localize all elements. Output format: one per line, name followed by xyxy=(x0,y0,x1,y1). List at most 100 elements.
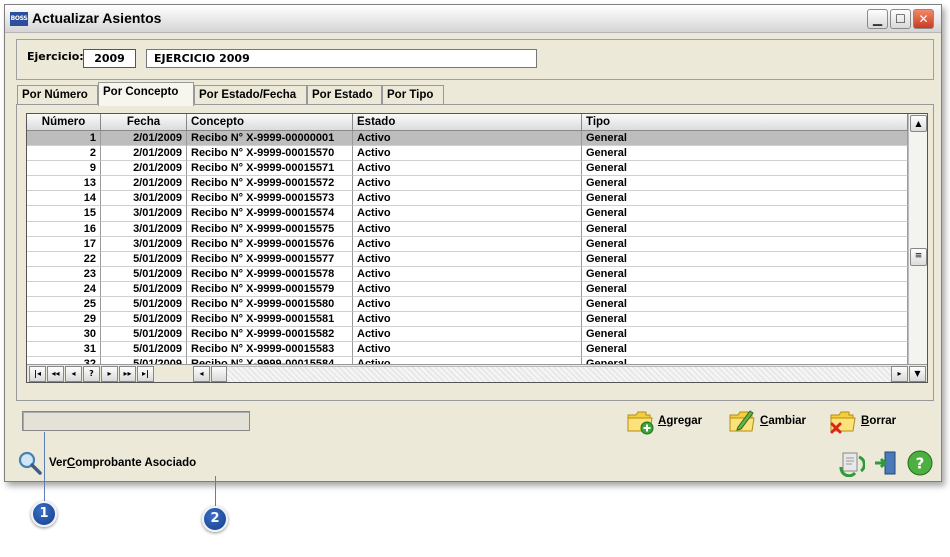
column-header-concepto[interactable]: Concepto xyxy=(187,114,353,131)
cell-numero: 1 xyxy=(27,131,101,147)
cell-tipo: General xyxy=(582,312,908,328)
table-row[interactable]: 23 5/01/2009 Recibo N° X-9999-00015578 Acti… xyxy=(27,266,908,282)
cell-concepto: Recibo N° X-9999-00015570 xyxy=(187,146,353,162)
nav-last-button[interactable]: ▸| xyxy=(137,366,154,382)
borrar-button[interactable]: Borrar xyxy=(829,407,896,435)
cell-tipo: General xyxy=(582,342,908,358)
table-row[interactable]: 29 5/01/2009 Recibo N° X-9999-00015581 Acti… xyxy=(27,312,908,328)
cell-concepto: Recibo N° X-9999-00000001 xyxy=(187,131,353,147)
table-row[interactable]: 13 2/01/2009 Recibo N° X-9999-00015572 Acti… xyxy=(27,176,908,192)
column-header-tipo[interactable]: Tipo xyxy=(582,114,908,131)
nav-search-button[interactable]: ? xyxy=(83,366,100,382)
cell-concepto: Recibo N° X-9999-00015583 xyxy=(187,342,353,358)
tab-por-estado-fecha[interactable]: Por Estado/Fecha xyxy=(194,85,307,105)
table-row[interactable]: 9 2/01/2009 Recibo N° X-9999-00015571 Activ… xyxy=(27,161,908,177)
agregar-accel: A xyxy=(658,415,667,427)
minimize-button[interactable]: ▁ xyxy=(867,9,888,29)
cell-fecha: 3/01/2009 xyxy=(101,191,187,207)
horizontal-scroll-thumb[interactable] xyxy=(211,366,227,382)
refresh-icon[interactable] xyxy=(837,449,865,477)
cell-numero: 13 xyxy=(27,176,101,192)
callout-line-2 xyxy=(215,476,216,508)
maximize-button[interactable]: ☐ xyxy=(890,9,911,29)
table-row[interactable]: 25 5/01/2009 Recibo N° X-9999-00015580 Acti… xyxy=(27,297,908,313)
cell-concepto: Recibo N° X-9999-00015575 xyxy=(187,221,353,237)
cell-concepto: Recibo N° X-9999-00015572 xyxy=(187,176,353,192)
cell-numero: 2 xyxy=(27,146,101,162)
scroll-up-button[interactable]: ▲ xyxy=(910,115,927,132)
cell-tipo: General xyxy=(582,161,908,177)
scroll-left-button[interactable]: ◂ xyxy=(193,366,210,382)
column-header-numero[interactable]: Número xyxy=(27,114,101,131)
cell-estado: Activo xyxy=(353,236,582,252)
close-button[interactable]: ✕ xyxy=(913,9,934,29)
scroll-thumb[interactable]: ≡ xyxy=(910,248,927,266)
column-header-fecha[interactable]: Fecha xyxy=(101,114,187,131)
cell-tipo: General xyxy=(582,191,908,207)
nav-prev-page-button[interactable]: ◂◂ xyxy=(47,366,64,382)
cell-concepto: Recibo N° X-9999-00015576 xyxy=(187,236,353,252)
cell-estado: Activo xyxy=(353,221,582,237)
table-row[interactable]: 16 3/01/2009 Recibo N° X-9999-00015575 Acti… xyxy=(27,221,908,237)
cell-estado: Activo xyxy=(353,206,582,222)
cell-fecha: 5/01/2009 xyxy=(101,266,187,282)
asientos-grid[interactable]: Número Fecha Concepto Estado Tipo 1 2/01/… xyxy=(26,113,928,383)
nav-first-button[interactable]: |◂ xyxy=(29,366,46,382)
table-row[interactable]: 31 5/01/2009 Recibo N° X-9999-00015583 Acti… xyxy=(27,342,908,358)
borrar-label: orrar xyxy=(869,415,897,427)
cambiar-label: ambiar xyxy=(768,415,807,427)
ver-comprobante-accel: C xyxy=(66,457,76,469)
cell-tipo: General xyxy=(582,131,908,147)
exit-icon[interactable] xyxy=(872,449,900,477)
cell-numero: 17 xyxy=(27,236,101,252)
cell-estado: Activo xyxy=(353,191,582,207)
ejercicio-label: Ejercicio: xyxy=(27,50,84,63)
table-row[interactable]: 14 3/01/2009 Recibo N° X-9999-00015573 Acti… xyxy=(27,191,908,207)
cambiar-button[interactable]: Cambiar xyxy=(728,407,806,435)
scroll-right-button[interactable]: ▸ xyxy=(891,366,908,382)
cell-tipo: General xyxy=(582,281,908,298)
cell-fecha: 5/01/2009 xyxy=(101,327,187,343)
cell-estado: Activo xyxy=(353,342,582,358)
cambiar-accel: C xyxy=(760,415,769,427)
vertical-scrollbar[interactable]: ▲ ≡ xyxy=(908,114,927,366)
cell-fecha: 5/01/2009 xyxy=(101,312,187,328)
column-header-estado[interactable]: Estado xyxy=(353,114,582,131)
cell-concepto: Recibo N° X-9999-00015574 xyxy=(187,206,353,222)
table-row[interactable]: 22 5/01/2009 Recibo N° X-9999-00015577 Acti… xyxy=(27,251,908,267)
help-icon[interactable]: ? xyxy=(906,449,934,477)
cell-estado: Activo xyxy=(353,297,582,313)
table-row[interactable]: 17 3/01/2009 Recibo N° X-9999-00015576 Acti… xyxy=(27,236,908,252)
cell-estado: Activo xyxy=(353,251,582,267)
nav-prev-button[interactable]: ◂ xyxy=(65,366,82,382)
folder-delete-icon xyxy=(830,411,856,434)
table-row[interactable]: 30 5/01/2009 Recibo N° X-9999-00015582 Acti… xyxy=(27,327,908,343)
tab-por-concepto[interactable]: Por Concepto xyxy=(98,82,194,106)
table-row[interactable]: 1 2/01/2009 Recibo N° X-9999-00000001 Activ… xyxy=(27,131,908,147)
scroll-down-button[interactable]: ▼ xyxy=(909,366,926,382)
tab-por-tipo[interactable]: Por Tipo xyxy=(382,85,444,105)
cell-fecha: 5/01/2009 xyxy=(101,297,187,313)
cell-numero: 23 xyxy=(27,266,101,282)
cell-numero: 31 xyxy=(27,342,101,358)
callout-line-1 xyxy=(44,432,45,502)
agregar-button[interactable]: Agregar xyxy=(626,407,702,435)
tab-por-numero[interactable]: Por Número xyxy=(17,85,98,105)
ejercicio-year-field[interactable]: 2009 xyxy=(83,49,136,68)
table-row[interactable]: 2 2/01/2009 Recibo N° X-9999-00015570 Activ… xyxy=(27,146,908,162)
cell-tipo: General xyxy=(582,236,908,252)
table-row[interactable]: 24 5/01/2009 Recibo N° X-9999-00015579 Acti… xyxy=(27,281,908,298)
ejercicio-name-field: EJERCICIO 2009 xyxy=(146,49,537,68)
cell-numero: 9 xyxy=(27,161,101,177)
table-row[interactable]: 15 3/01/2009 Recibo N° X-9999-00015574 Acti… xyxy=(27,206,908,222)
svg-text:?: ? xyxy=(916,455,925,473)
cell-concepto: Recibo N° X-9999-00015577 xyxy=(187,251,353,267)
cell-tipo: General xyxy=(582,176,908,192)
horizontal-scroll-track[interactable] xyxy=(211,366,891,382)
nav-next-button[interactable]: ▸ xyxy=(101,366,118,382)
tab-por-estado[interactable]: Por Estado xyxy=(307,85,382,105)
cell-estado: Activo xyxy=(353,161,582,177)
grid-rows: 1 2/01/2009 Recibo N° X-9999-00000001 Activ… xyxy=(27,131,908,373)
cell-estado: Activo xyxy=(353,327,582,343)
nav-next-page-button[interactable]: ▸▸ xyxy=(119,366,136,382)
